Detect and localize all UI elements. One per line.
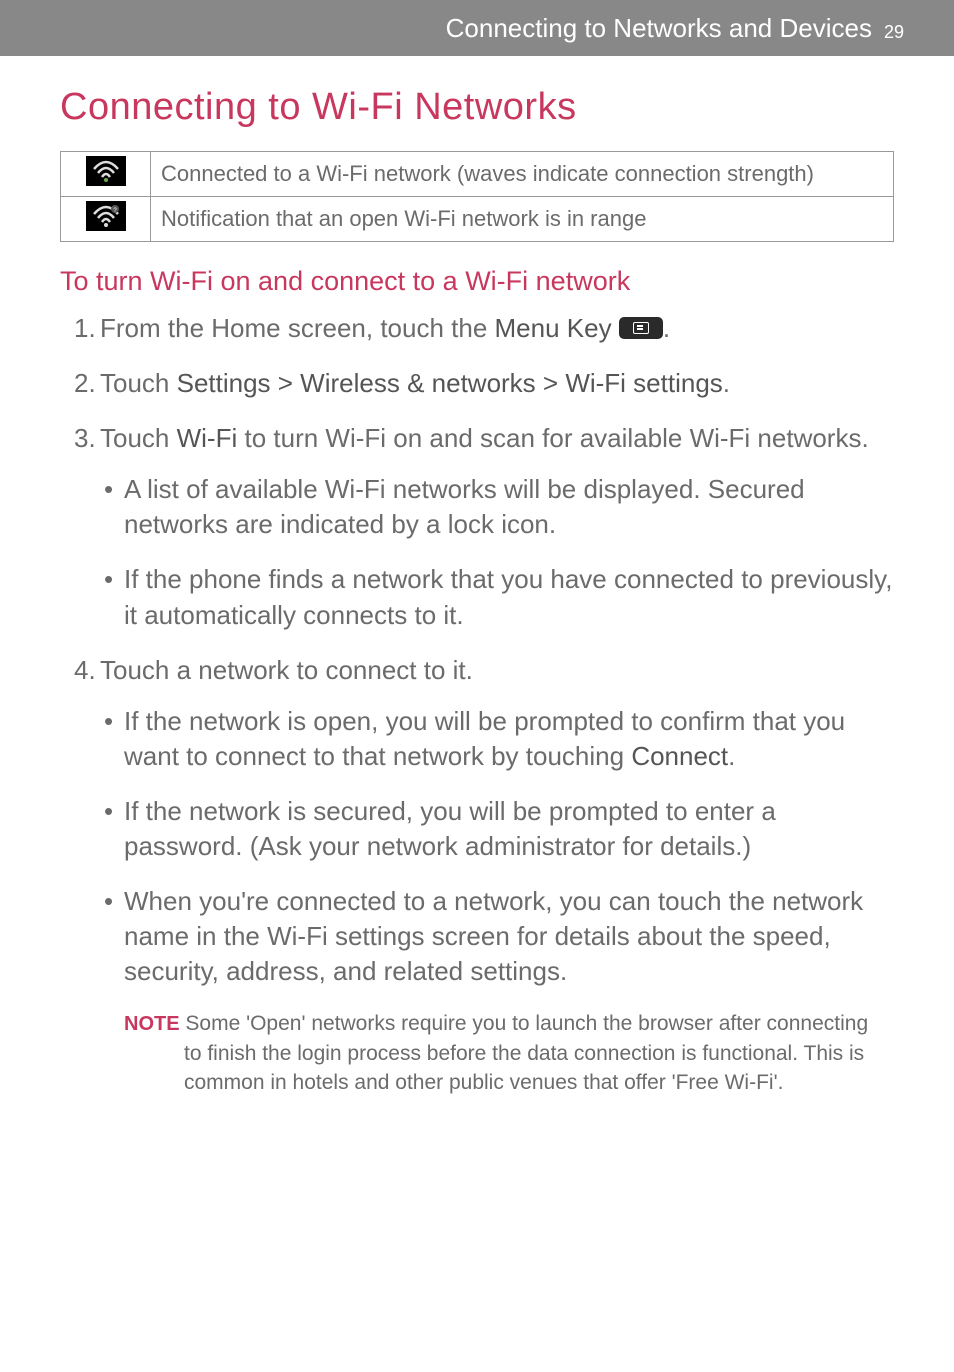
note-label: NOTE xyxy=(124,1013,180,1035)
wifi-open-available-icon: ? xyxy=(86,201,126,231)
icon-cell xyxy=(61,152,151,197)
step-number: 3. xyxy=(74,421,96,456)
step-4: 4. Touch a network to connect to it. If … xyxy=(100,653,894,1098)
bullet-post: . xyxy=(728,741,735,771)
note-text: Some 'Open' networks require you to laun… xyxy=(180,1012,869,1094)
step-trail: . xyxy=(663,313,670,343)
step-text-pre: Touch xyxy=(100,368,177,398)
table-row: Connected to a Wi-Fi network (waves indi… xyxy=(61,152,894,197)
bullet-pre: If the network is secured, you will be p… xyxy=(124,796,776,861)
icon-desc: Notification that an open Wi-Fi network … xyxy=(151,197,894,242)
step-3: 3. Touch Wi-Fi to turn Wi-Fi on and scan… xyxy=(100,421,894,632)
steps-list: 1. From the Home screen, touch the Menu … xyxy=(60,311,894,1098)
bullet-pre: When you're connected to a network, you … xyxy=(124,886,863,986)
wifi-connected-icon xyxy=(86,156,126,186)
step-text-pre: From the Home screen, touch the xyxy=(100,313,495,343)
subsection-title: To turn Wi-Fi on and connect to a Wi-Fi … xyxy=(60,266,894,297)
step-bold: Wi-Fi xyxy=(177,423,238,453)
step-bold: Settings > Wireless & networks > Wi-Fi s… xyxy=(177,368,723,398)
bullet-pre: If the network is open, you will be prom… xyxy=(124,706,845,771)
bullet-item: If the network is secured, you will be p… xyxy=(120,794,894,864)
step-bold: Menu Key xyxy=(495,313,612,343)
bullet-item: If the phone finds a network that you ha… xyxy=(120,562,894,632)
step-3-bullets: A list of available Wi-Fi networks will … xyxy=(100,472,894,632)
bullet-item: When you're connected to a network, you … xyxy=(120,884,894,989)
menu-key-icon xyxy=(619,317,663,339)
step-number: 1. xyxy=(74,311,96,346)
wifi-icon-table: Connected to a Wi-Fi network (waves indi… xyxy=(60,151,894,242)
step-text-post xyxy=(612,313,619,343)
section-title: Connecting to Wi-Fi Networks xyxy=(60,86,894,129)
page-number: 29 xyxy=(884,22,904,43)
step-4-bullets: If the network is open, you will be prom… xyxy=(100,704,894,990)
step-2: 2. Touch Settings > Wireless & networks … xyxy=(100,366,894,401)
step-number: 2. xyxy=(74,366,96,401)
table-row: ? Notification that an open Wi-Fi networ… xyxy=(61,197,894,242)
bullet-item: A list of available Wi-Fi networks will … xyxy=(120,472,894,542)
page-header: Connecting to Networks and Devices 29 xyxy=(0,0,954,56)
bullet-bold: Connect xyxy=(631,741,728,771)
bullet-item: If the network is open, you will be prom… xyxy=(120,704,894,774)
step-text-pre: Touch a network to connect to it. xyxy=(100,655,473,685)
step-text-post: . xyxy=(723,368,730,398)
step-text-pre: Touch xyxy=(100,423,177,453)
icon-cell: ? xyxy=(61,197,151,242)
note-block: NOTE Some 'Open' networks require you to… xyxy=(160,1009,894,1097)
page-content: Connecting to Wi-Fi Networks Connected t… xyxy=(0,86,954,1098)
step-text-post: to turn Wi-Fi on and scan for available … xyxy=(237,423,868,453)
icon-desc: Connected to a Wi-Fi network (waves indi… xyxy=(151,152,894,197)
header-title: Connecting to Networks and Devices xyxy=(446,13,872,44)
step-number: 4. xyxy=(74,653,96,688)
step-1: 1. From the Home screen, touch the Menu … xyxy=(100,311,894,346)
